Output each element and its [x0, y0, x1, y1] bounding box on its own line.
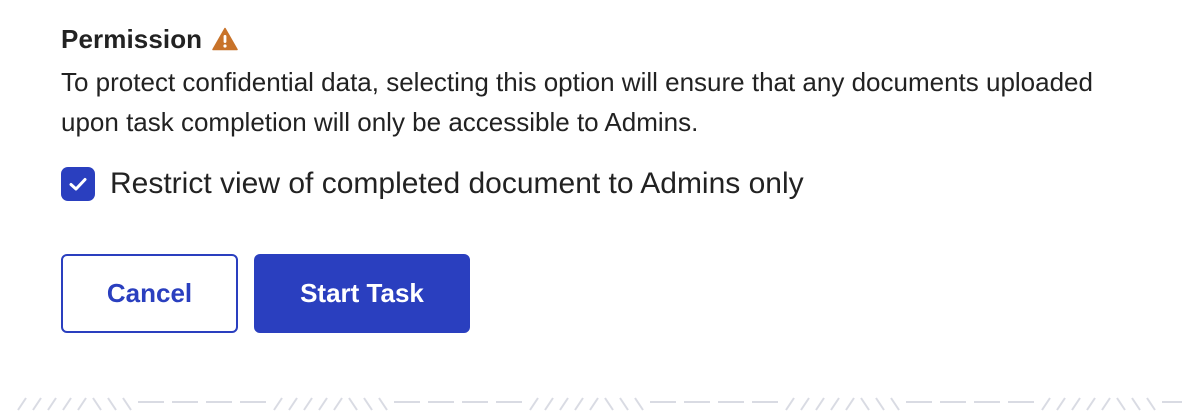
- action-buttons: Cancel Start Task: [61, 254, 470, 333]
- permission-heading-row: Permission: [61, 22, 1141, 56]
- checkmark-icon: [69, 178, 87, 191]
- restrict-view-option[interactable]: Restrict view of completed document to A…: [61, 164, 1141, 204]
- permission-description: To protect confidential data, selecting …: [61, 67, 1093, 137]
- restrict-view-label[interactable]: Restrict view of completed document to A…: [110, 167, 804, 201]
- cancel-button[interactable]: Cancel: [61, 254, 238, 333]
- decorative-pattern: [17, 397, 1182, 411]
- task-permission-panel: Permission To protect confidential data,…: [0, 0, 1182, 412]
- permission-section: Permission To protect confidential data,…: [61, 22, 1141, 204]
- start-task-button[interactable]: Start Task: [254, 254, 470, 333]
- warning-triangle-icon: [212, 27, 238, 51]
- restrict-view-checkbox[interactable]: [61, 167, 95, 201]
- permission-heading: Permission: [61, 23, 203, 54]
